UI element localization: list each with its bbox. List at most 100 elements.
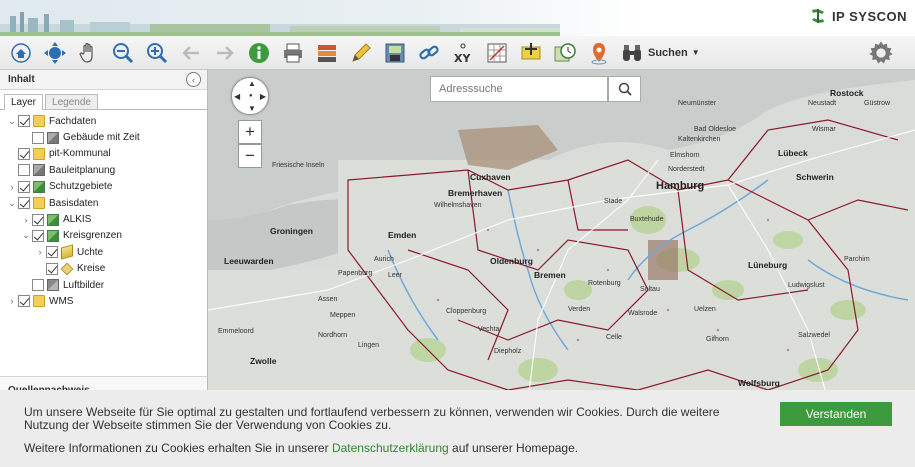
pan-right-icon[interactable]: ▶	[260, 92, 266, 101]
settings-button[interactable]	[867, 39, 895, 67]
layer-visibility-checkbox[interactable]	[18, 164, 30, 177]
time-button[interactable]	[548, 38, 582, 68]
pan-control[interactable]: ▲ ▼ ◀ ▶ ●	[231, 77, 269, 115]
company-logo[interactable]: IP SYSCON	[808, 6, 907, 26]
layer-stack-button[interactable]	[310, 38, 344, 68]
layer-tree-item[interactable]: › ALKIS	[0, 211, 207, 227]
map-place-label: Bremen	[534, 270, 566, 280]
search-menu-label: Suchen	[648, 46, 688, 59]
pan-left-icon[interactable]: ◀	[234, 92, 240, 101]
layer-tree-item[interactable]: Bauleitplanung	[0, 162, 207, 178]
map-place-label: Schwerin	[796, 172, 834, 182]
map-place-label: Zwolle	[250, 356, 277, 366]
expand-toggle-icon[interactable]: ›	[6, 296, 18, 306]
zoom-out-button[interactable]	[106, 38, 140, 68]
layer-visibility-checkbox[interactable]	[46, 246, 58, 259]
expand-toggle-icon[interactable]: ›	[6, 182, 18, 192]
info-button[interactable]	[242, 38, 276, 68]
layer-visibility-checkbox[interactable]	[18, 115, 30, 128]
location-button[interactable]	[582, 38, 616, 68]
add-marker-button[interactable]	[514, 38, 548, 68]
layer-visibility-checkbox[interactable]	[32, 213, 44, 226]
map-pin-icon	[591, 42, 607, 64]
clock-map-icon	[554, 42, 576, 61]
back-button[interactable]	[174, 38, 208, 68]
map-place-label: Celle	[606, 334, 622, 341]
layer-visibility-checkbox[interactable]	[18, 180, 30, 193]
map-view[interactable]: Hamburg Bremerhaven Lübeck Rostock Groningen…	[208, 70, 915, 400]
map-place-label: Neumünster	[678, 100, 717, 107]
home-extent-button[interactable]	[4, 38, 38, 68]
map-place-label: Neustadt	[808, 100, 837, 107]
folder-icon	[33, 295, 45, 308]
collapse-toggle-icon[interactable]: ⌄	[20, 230, 32, 241]
zoom-in-button[interactable]	[140, 38, 174, 68]
map-zoom-in-button[interactable]: +	[238, 120, 262, 144]
map-place-label: Aurich	[374, 256, 394, 263]
cookie-more-prefix: Weitere Informationen zu Cookies erhalte…	[24, 441, 332, 455]
layer-green-icon	[47, 213, 59, 226]
layer-visibility-checkbox[interactable]	[18, 147, 30, 160]
layer-tree-item[interactable]: › Schutzgebiete	[0, 179, 207, 195]
address-search-input[interactable]	[430, 76, 608, 102]
tab-layer[interactable]: Layer	[4, 94, 44, 110]
pan-down-icon[interactable]: ▼	[248, 104, 256, 113]
search-menu-button[interactable]: Suchen ▼	[620, 41, 700, 65]
privacy-policy-link[interactable]: Datenschutzerklärung	[332, 441, 449, 455]
expand-toggle-icon[interactable]: ›	[34, 247, 46, 257]
cookie-more-suffix: auf unserer Homepage.	[448, 441, 579, 455]
hand-tool-button[interactable]	[72, 38, 106, 68]
layer-visibility-checkbox[interactable]	[46, 262, 58, 275]
map-place-label: Buxtehude	[630, 216, 664, 223]
save-map-button[interactable]	[378, 38, 412, 68]
layer-icon	[33, 164, 45, 177]
layer-visibility-checkbox[interactable]	[32, 279, 44, 292]
layers-icon	[318, 44, 336, 62]
stack-icon	[61, 244, 73, 260]
cookie-accept-button[interactable]: Verstanden	[780, 402, 892, 426]
map-zoom-out-button[interactable]: −	[238, 144, 262, 168]
forward-button[interactable]	[208, 38, 242, 68]
layer-visibility-checkbox[interactable]	[32, 131, 44, 144]
layer-tree-item[interactable]: › WMS	[0, 293, 207, 309]
pan-center-icon[interactable]: ●	[249, 93, 253, 99]
layer-visibility-checkbox[interactable]	[32, 229, 44, 242]
link-button[interactable]	[412, 38, 446, 68]
logo-text: IP SYSCON	[831, 8, 907, 24]
map-place-label: Leer	[388, 272, 403, 279]
layer-tree-item[interactable]: › Uchte	[0, 244, 207, 260]
tab-legende[interactable]: Legende	[45, 94, 98, 109]
collapse-toggle-icon[interactable]: ⌄	[6, 198, 18, 209]
measure-button[interactable]	[480, 38, 514, 68]
layer-tree-item[interactable]: ⌄ Fachdaten	[0, 113, 207, 129]
expand-toggle-icon[interactable]: ›	[20, 215, 32, 225]
layer-tree-item[interactable]: Kreise	[0, 261, 207, 277]
collapse-toggle-icon[interactable]: ⌄	[6, 116, 18, 127]
layer-tree-item[interactable]: Luftbilder	[0, 277, 207, 293]
draw-button[interactable]	[344, 38, 378, 68]
layer-visibility-checkbox[interactable]	[18, 295, 30, 308]
collapse-panel-button[interactable]: ‹	[186, 72, 201, 87]
map-place-label: Ludwigslust	[788, 282, 825, 289]
map-place-label: Elmshorn	[670, 152, 700, 159]
print-button[interactable]	[276, 38, 310, 68]
address-search-button[interactable]	[608, 76, 641, 102]
gear-icon	[869, 41, 893, 64]
map-place-label: Wilhelmshaven	[434, 202, 482, 209]
map-place-label: Papenburg	[338, 270, 373, 277]
content-panel-title: Inhalt	[8, 74, 35, 85]
layer-tree-item[interactable]: ⌄ Kreisgrenzen	[0, 228, 207, 244]
layer-visibility-checkbox[interactable]	[18, 197, 30, 210]
chevron-down-icon: ▼	[691, 48, 700, 57]
layer-tree-item[interactable]: Gebäude mit Zeit	[0, 129, 207, 145]
layer-tree-item[interactable]: ⌄ Basisdaten	[0, 195, 207, 211]
map-tiles	[208, 70, 915, 400]
pan-up-icon[interactable]: ▲	[248, 79, 256, 88]
coordinates-button[interactable]: XY	[446, 38, 480, 68]
map-place-label: Hamburg	[656, 180, 705, 192]
map-place-label: Parchim	[844, 256, 870, 263]
arrow-right-icon	[217, 45, 234, 60]
map-place-label: Verden	[568, 306, 591, 313]
pan-button[interactable]	[38, 38, 72, 68]
layer-tree-item[interactable]: pit-Kommunal	[0, 146, 207, 162]
